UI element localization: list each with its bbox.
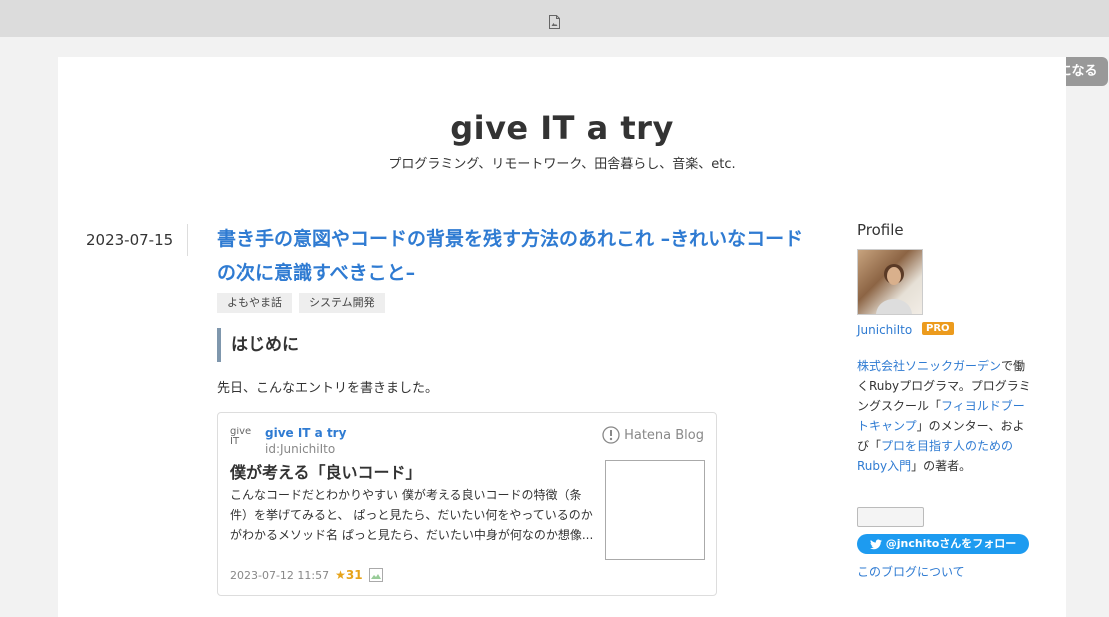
hatena-icon: [602, 426, 620, 444]
blog-card-embed[interactable]: give IT give IT a try id:JunichiIto Hate…: [217, 412, 717, 596]
avatar[interactable]: [857, 249, 923, 315]
embed-excerpt: こんなコードだとわかりやすい 僕が考える良いコードの特徴（条件）を挙げてみると、…: [230, 488, 594, 542]
about-blog-link[interactable]: このブログについて: [857, 563, 965, 580]
twitter-follow-label: @jnchitoさんをフォロー: [885, 537, 1017, 550]
favicon-image[interactable]: give IT: [230, 427, 260, 457]
entry-paragraph: 先日、こんなエントリを書きました。: [217, 381, 439, 396]
broken-image-icon: [368, 568, 383, 582]
pro-badge: PRO: [922, 322, 954, 335]
profile-text: 」の著者。: [911, 459, 972, 473]
category-tag[interactable]: システム開発: [299, 293, 385, 313]
twitter-bird-icon: [869, 539, 882, 549]
category-tag[interactable]: よもやま話: [217, 293, 292, 313]
company-link[interactable]: 株式会社ソニックガーデン: [857, 359, 1001, 373]
profile-description: 株式会社ソニックガーデンで働くRubyプログラマ。プログラミングスクール「フィヨ…: [857, 356, 1031, 476]
profile-name[interactable]: JunichiIto: [857, 323, 912, 337]
entry-title[interactable]: 書き手の意図やコードの背景を残す方法のあれこれ –きれいなコードの次に意識すべき…: [217, 222, 817, 290]
entry-date[interactable]: 2023-07-15: [86, 231, 173, 249]
embed-blog-name[interactable]: give IT a try: [265, 426, 346, 440]
embed-thumbnail[interactable]: [605, 460, 705, 560]
category-list: よもやま話 システム開発: [217, 293, 385, 313]
section-heading: はじめに: [231, 335, 299, 355]
hatena-logo-text: Hatena Blog: [624, 427, 704, 443]
document-icon: [549, 15, 560, 29]
reader-subscribe-box[interactable]: [857, 507, 924, 527]
avatar-image: [876, 264, 912, 314]
embed-meta: 2023-07-12 11:57 ★31: [230, 568, 383, 582]
blog-description: プログラミング、リモートワーク、田舎暮らし、音楽、etc.: [388, 157, 736, 172]
date-divider: [187, 224, 188, 256]
embed-datetime: 2023-07-12 11:57: [230, 568, 330, 582]
star-count[interactable]: ★31: [335, 568, 362, 582]
profile-heading: Profile: [857, 221, 904, 239]
section-heading-block: はじめに: [217, 328, 299, 362]
embed-title[interactable]: 僕が考える「良いコード」: [230, 459, 422, 483]
hatena-blog-logo[interactable]: Hatena Blog: [602, 426, 704, 444]
blog-page: give IT a try プログラミング、リモートワーク、田舎暮らし、音楽、e…: [58, 57, 1066, 617]
top-toolbar: [0, 0, 1109, 37]
blog-title[interactable]: give IT a try: [58, 109, 1066, 147]
twitter-follow-button[interactable]: @jnchitoさんをフォロー: [857, 534, 1029, 554]
embed-user-id: id:JunichiIto: [265, 442, 336, 456]
